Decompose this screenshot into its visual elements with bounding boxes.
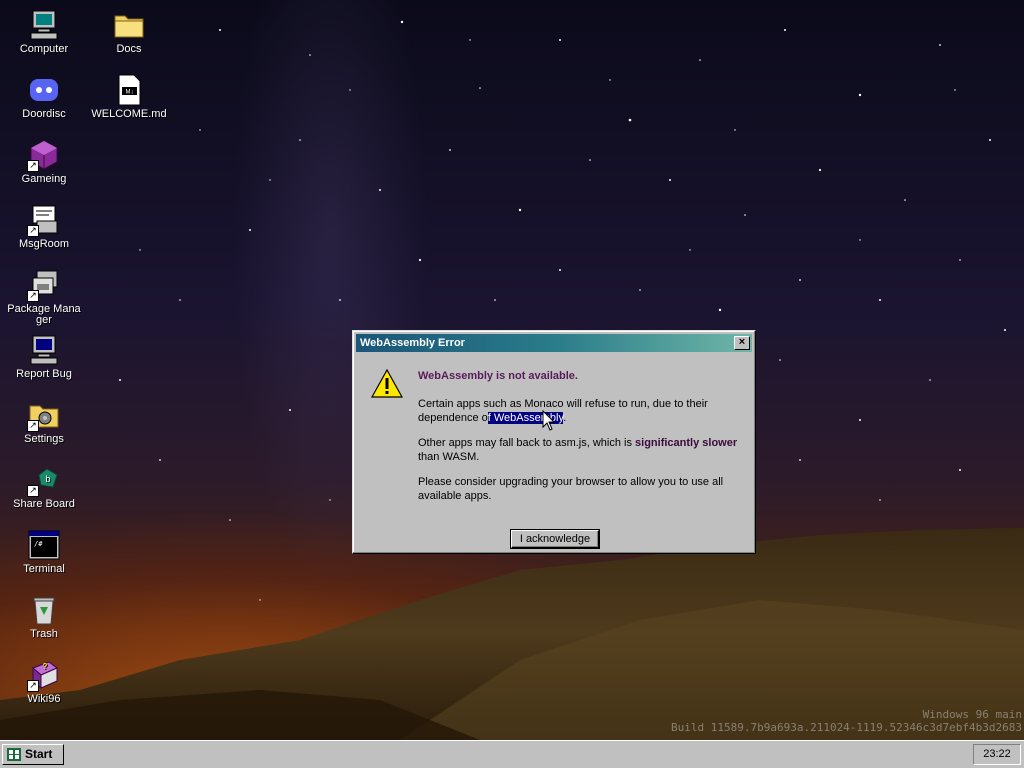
desktop-icon-settings[interactable]: ↗ Settings — [6, 398, 82, 445]
webassembly-error-dialog: WebAssembly Error × WebAssembly is not a… — [352, 330, 756, 554]
desktop-icon-report-bug[interactable]: Report Bug — [6, 333, 82, 380]
para1-end: . — [563, 412, 567, 424]
desktop-icon-doordisc[interactable]: Doordisc — [6, 73, 82, 120]
doordisc-icon — [27, 73, 61, 107]
desktop-icon-label: Share Board — [13, 498, 75, 510]
shortcut-arrow-icon: ↗ — [27, 225, 39, 237]
desktop-icon-label: WELCOME.md — [91, 108, 167, 120]
desktop-icon-label: Docs — [116, 43, 142, 55]
para2-text: Other apps may fall back to asm.js, whic… — [418, 437, 636, 449]
acknowledge-button[interactable]: I acknowledge — [511, 530, 599, 548]
svg-text:/#: /# — [34, 540, 43, 548]
desktop-icon-label: Package Manager — [7, 303, 81, 326]
package-icon: ↗ — [27, 268, 61, 302]
desktop-icon-docs[interactable]: Docs — [91, 8, 167, 55]
folder-icon — [112, 8, 146, 42]
desktop-icon-label: Gameing — [21, 173, 67, 185]
settings-folder-icon: ↗ — [27, 398, 61, 432]
shortcut-arrow-icon: ↗ — [27, 420, 39, 432]
start-button[interactable]: Start — [2, 744, 64, 765]
computer-icon — [27, 8, 61, 42]
wiki-book-icon: ? ↗ — [27, 658, 61, 692]
watermark-line-1: Windows 96 main — [922, 708, 1022, 721]
dialog-title: WebAssembly Error — [360, 337, 465, 349]
warning-icon — [371, 369, 403, 398]
desktop-icon-label: MsgRoom — [18, 238, 70, 250]
markdown-file-icon: M↓ — [112, 73, 146, 107]
shortcut-arrow-icon: ↗ — [27, 290, 39, 302]
desktop-icon-label: Wiki96 — [27, 693, 61, 705]
svg-text:?: ? — [43, 662, 48, 671]
desktop-icon-label: Terminal — [23, 563, 65, 575]
game-cube-icon: ↗ — [27, 138, 61, 172]
desktop-icon-label: Computer — [19, 43, 69, 55]
trash-icon — [27, 593, 61, 627]
para2-end: than WASM. — [418, 451, 480, 463]
close-icon: × — [738, 336, 746, 348]
share-board-icon: b ↗ — [27, 463, 61, 497]
shortcut-arrow-icon: ↗ — [27, 160, 39, 172]
desktop-icon-wiki96[interactable]: ? ↗ Wiki96 — [6, 658, 82, 705]
desktop-icon-welcome-md[interactable]: M↓ WELCOME.md — [91, 73, 167, 120]
desktop-icon-package-manager[interactable]: ↗ Package Manager — [6, 268, 82, 326]
taskbar: Start 23:22 — [0, 740, 1024, 768]
desktop-icon-terminal[interactable]: /# Terminal — [6, 528, 82, 575]
desktop-icon-label: Trash — [30, 628, 58, 640]
desktop-icon-computer[interactable]: Computer — [6, 8, 82, 55]
msgroom-icon: ↗ — [27, 203, 61, 237]
start-label: Start — [25, 747, 53, 761]
desktop-icon-label: Doordisc — [22, 108, 66, 120]
watermark-line-2: Build 11589.7b9a693a.211024-1119.52346c3… — [671, 721, 1022, 734]
dialog-paragraph-2: Other apps may fall back to asm.js, whic… — [418, 436, 743, 464]
start-logo-icon — [7, 748, 21, 761]
desktop-icon-msgroom[interactable]: ↗ MsgRoom — [6, 203, 82, 250]
shortcut-arrow-icon: ↗ — [27, 485, 39, 497]
svg-text:M↓: M↓ — [126, 90, 134, 96]
taskbar-clock[interactable]: 23:22 — [973, 744, 1021, 765]
dialog-paragraph-1: Certain apps such as Monaco will refuse … — [418, 397, 743, 425]
para2-emphasis: significantly slower — [635, 437, 738, 449]
desktop-icon-label: Settings — [24, 433, 64, 445]
dialog-titlebar[interactable]: WebAssembly Error × — [356, 334, 752, 352]
shortcut-arrow-icon: ↗ — [27, 680, 39, 692]
desktop-icon-trash[interactable]: Trash — [6, 593, 82, 640]
terminal-icon: /# — [27, 528, 61, 562]
desktop-icon-gameing[interactable]: ↗ Gameing — [6, 138, 82, 185]
desktop-icon-share-board[interactable]: b ↗ Share Board — [6, 463, 82, 510]
report-bug-icon — [27, 333, 61, 367]
build-watermark: Windows 96 main Build 11589.7b9a693a.211… — [671, 708, 1022, 734]
dialog-paragraph-3: Please consider upgrading your browser t… — [418, 476, 724, 502]
dialog-heading: WebAssembly is not available. — [418, 370, 578, 382]
desktop-icon-label: Report Bug — [16, 368, 72, 380]
mouse-cursor-icon — [542, 410, 556, 431]
dialog-message: WebAssembly is not available. Certain ap… — [418, 369, 743, 514]
svg-text:b: b — [45, 474, 50, 484]
close-button[interactable]: × — [734, 336, 750, 350]
